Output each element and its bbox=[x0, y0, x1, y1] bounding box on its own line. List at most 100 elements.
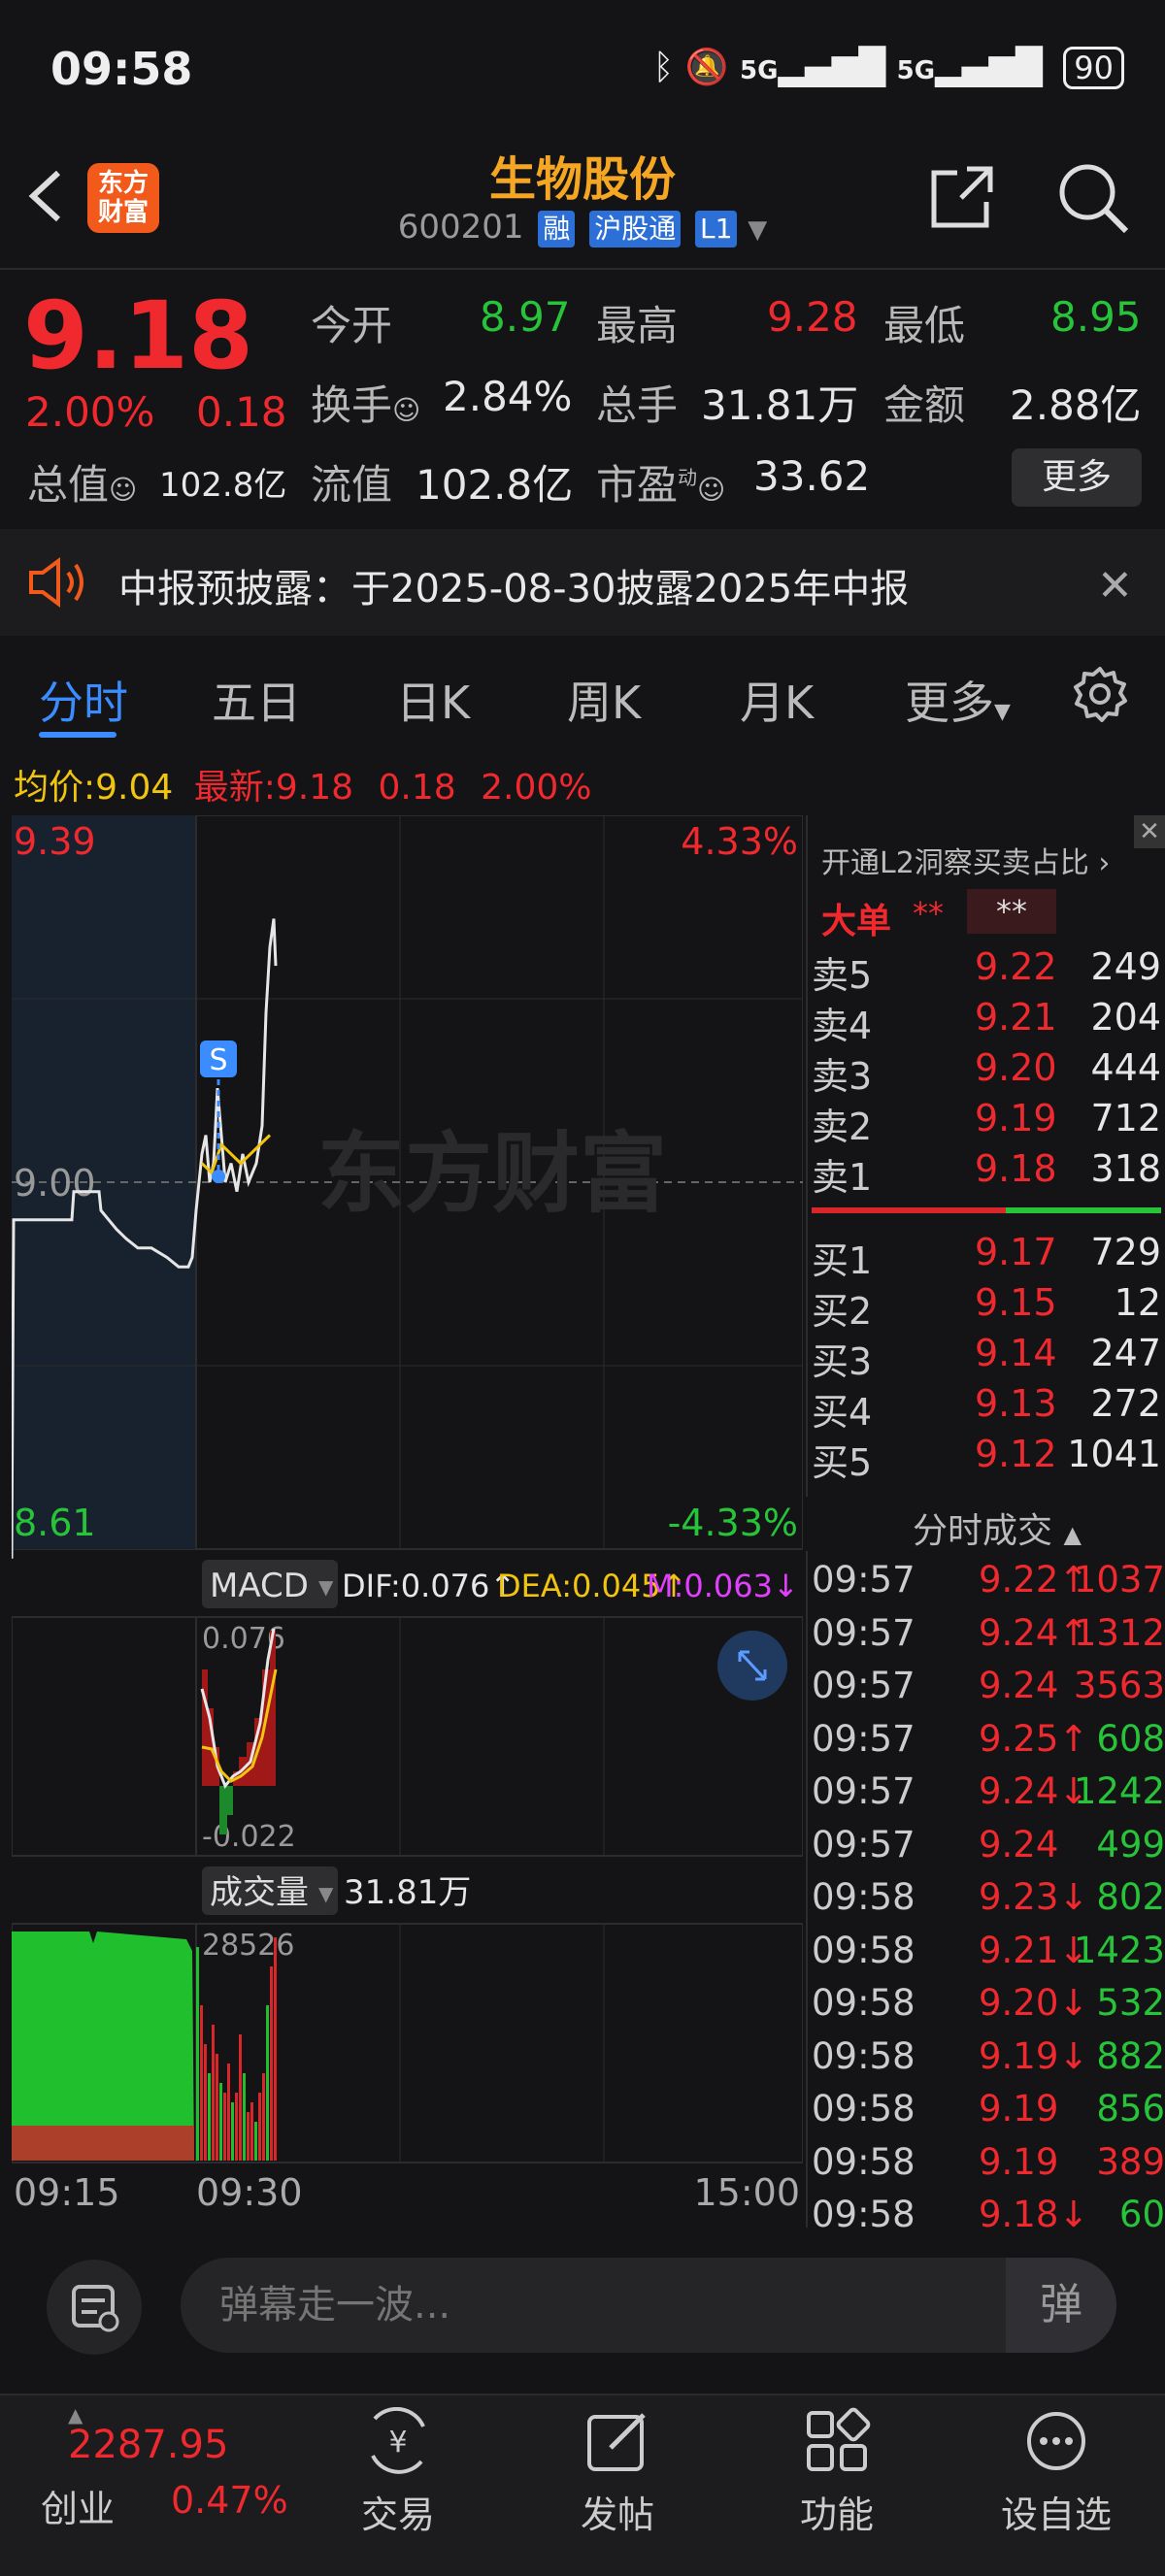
intraday-chart[interactable]: 东方财富 9.39 9.00 8.61 4.33% -4.33% S MACD … bbox=[12, 815, 803, 2228]
buy-level-row[interactable]: 买1 9.17 729 bbox=[812, 1231, 1161, 1282]
buy-sell-ratio-red bbox=[812, 1207, 1006, 1213]
level-volume: 204 bbox=[1090, 996, 1161, 1039]
sell-level-row[interactable]: 卖4 9.21 204 bbox=[812, 996, 1161, 1047]
trade-time: 09:57 bbox=[812, 1717, 915, 1760]
level-price: 9.20 bbox=[975, 1046, 1057, 1089]
notice-text[interactable]: 中报预披露：于2025-08-30披露2025年中报 bbox=[118, 557, 909, 613]
high-label: 最高 bbox=[596, 302, 679, 349]
level-price: 9.19 bbox=[975, 1097, 1057, 1139]
market-cap-label[interactable]: 总值☺ bbox=[27, 452, 137, 512]
trade-price: 9.22↑ bbox=[979, 1559, 1089, 1601]
danmu-input[interactable] bbox=[181, 2258, 1116, 2353]
tab-weekly[interactable]: 周K bbox=[567, 668, 641, 732]
buy-sell-ratio-green bbox=[1006, 1207, 1161, 1213]
x-tick-1500: 15:00 bbox=[693, 2171, 800, 2214]
y-tick-high: 9.39 bbox=[14, 820, 96, 863]
y-tick-low: 8.61 bbox=[14, 1502, 96, 1544]
volume-bar bbox=[235, 2093, 238, 2161]
volume-bar bbox=[247, 2112, 250, 2161]
volume-bar bbox=[266, 2005, 269, 2161]
tab-intraday[interactable]: 分时 bbox=[39, 668, 128, 732]
close-icon[interactable]: ✕ bbox=[1134, 815, 1165, 848]
trade-volume: 856 bbox=[1096, 2088, 1165, 2130]
tab-daily[interactable]: 日K bbox=[396, 668, 470, 732]
trade-row: 09:58 9.19 856 bbox=[812, 2088, 1165, 2140]
search-icon[interactable] bbox=[1056, 161, 1130, 235]
tag-connect: 沪股通 bbox=[589, 211, 682, 248]
tab-monthly[interactable]: 月K bbox=[740, 668, 814, 732]
close-icon[interactable]: ✕ bbox=[1097, 561, 1133, 611]
high-value: 9.28 bbox=[767, 293, 858, 341]
volume-bar bbox=[262, 2073, 265, 2161]
tab-trade[interactable]: ¥ 交易 bbox=[320, 2407, 476, 2538]
turnover-label[interactable]: 换手☺ bbox=[311, 373, 420, 432]
info-icon[interactable]: ☺ bbox=[697, 474, 725, 506]
info-icon[interactable]: ☺ bbox=[109, 474, 137, 506]
danmu-toggle-button[interactable]: 弹 bbox=[1006, 2258, 1116, 2353]
share-icon[interactable] bbox=[928, 163, 996, 231]
more-button[interactable]: 更多 bbox=[1012, 448, 1142, 507]
tab-post[interactable]: 发帖 bbox=[540, 2407, 695, 2538]
level-price: 9.13 bbox=[975, 1382, 1057, 1425]
volume-label: 总手 bbox=[596, 381, 679, 429]
trades-header: 分时成交 ▲ bbox=[806, 1497, 1165, 1551]
float-cap-value: 102.8亿 bbox=[416, 461, 574, 509]
sell-level-row[interactable]: 卖2 9.19 712 bbox=[812, 1097, 1161, 1148]
buy-level-row[interactable]: 买5 9.12 1041 bbox=[812, 1433, 1161, 1484]
open-value: 8.97 bbox=[480, 293, 571, 341]
bluetooth-icon: ᛒ bbox=[652, 48, 675, 87]
volume-peak: 28526 bbox=[202, 1929, 294, 1963]
level-label: 卖4 bbox=[812, 1005, 873, 1047]
sell-level-row[interactable]: 卖1 9.18 318 bbox=[812, 1147, 1161, 1199]
level-price: 9.22 bbox=[975, 945, 1057, 988]
trades-title[interactable]: 分时成交 ▲ bbox=[913, 1503, 1082, 1553]
info-icon[interactable]: ☺ bbox=[392, 394, 420, 426]
gear-icon[interactable] bbox=[1072, 666, 1128, 722]
trade-row: 09:57 9.22↑ 1037 bbox=[812, 1559, 1165, 1611]
index-name[interactable]: 创业 bbox=[41, 2479, 115, 2532]
trade-time: 09:58 bbox=[812, 2088, 915, 2130]
big-order-b: ** bbox=[967, 889, 1056, 934]
marker-text: S bbox=[209, 1043, 227, 1077]
pe-label[interactable]: 市盈动☺ bbox=[596, 452, 725, 512]
tab-more[interactable]: 更多▼ bbox=[905, 668, 1011, 732]
dropdown-icon: ▼ bbox=[994, 700, 1011, 724]
x-tick-0930: 09:30 bbox=[196, 2171, 303, 2214]
level-volume: 12 bbox=[1114, 1281, 1161, 1324]
trade-row: 09:57 9.24↓ 1242 bbox=[812, 1770, 1165, 1823]
trade-row: 09:57 9.24 499 bbox=[812, 1824, 1165, 1876]
sell-level-row[interactable]: 卖5 9.22 249 bbox=[812, 945, 1161, 997]
level-label: 买1 bbox=[812, 1239, 873, 1282]
buy-level-row[interactable]: 买4 9.13 272 bbox=[812, 1382, 1161, 1434]
sell-level-row[interactable]: 卖3 9.20 444 bbox=[812, 1046, 1161, 1098]
level-label: 卖2 bbox=[812, 1106, 873, 1148]
trade-price: 9.24 bbox=[979, 1823, 1059, 1866]
big-order-label: 大单 bbox=[821, 902, 892, 941]
tab-functions[interactable]: 功能 bbox=[759, 2407, 915, 2538]
l2-promo[interactable]: 开通L2洞察买卖占比 › bbox=[821, 839, 1110, 881]
dropdown-icon[interactable]: ▼ bbox=[748, 215, 767, 245]
volume-bar bbox=[254, 2122, 257, 2161]
volume-bar bbox=[216, 2054, 218, 2161]
tab-add-watchlist[interactable]: 设自选 bbox=[979, 2407, 1134, 2538]
index-value[interactable]: 2287.95 bbox=[68, 2423, 228, 2467]
status-time: 09:58 bbox=[50, 43, 193, 95]
status-icons: ᛒ 🔕 5G▂▄▆█ 5G▂▄▆█ 90 bbox=[653, 47, 1124, 89]
trade-time: 09:57 bbox=[812, 1823, 915, 1866]
signal-2: 5G bbox=[896, 56, 936, 85]
comment-list-icon[interactable] bbox=[47, 2260, 142, 2355]
trade-row: 09:58 9.21↓ 1423 bbox=[812, 1930, 1165, 1982]
trade-row: 09:57 9.24 3563 bbox=[812, 1665, 1165, 1717]
turnover-value: 2.84% bbox=[443, 373, 573, 420]
tab-five-day[interactable]: 五日 bbox=[212, 668, 301, 732]
comment-list-glyph bbox=[72, 2285, 119, 2332]
level-volume: 1041 bbox=[1067, 1433, 1161, 1475]
speaker-icon bbox=[29, 557, 83, 608]
trade-volume: 499 bbox=[1096, 1823, 1165, 1866]
chevron-right-icon: › bbox=[1088, 846, 1111, 880]
volume-bar bbox=[219, 2083, 222, 2161]
buy-level-row[interactable]: 买3 9.14 247 bbox=[812, 1332, 1161, 1383]
battery-icon: 90 bbox=[1063, 47, 1124, 89]
index-pct: 0.47% bbox=[171, 2479, 288, 2522]
buy-level-row[interactable]: 买2 9.15 12 bbox=[812, 1281, 1161, 1333]
